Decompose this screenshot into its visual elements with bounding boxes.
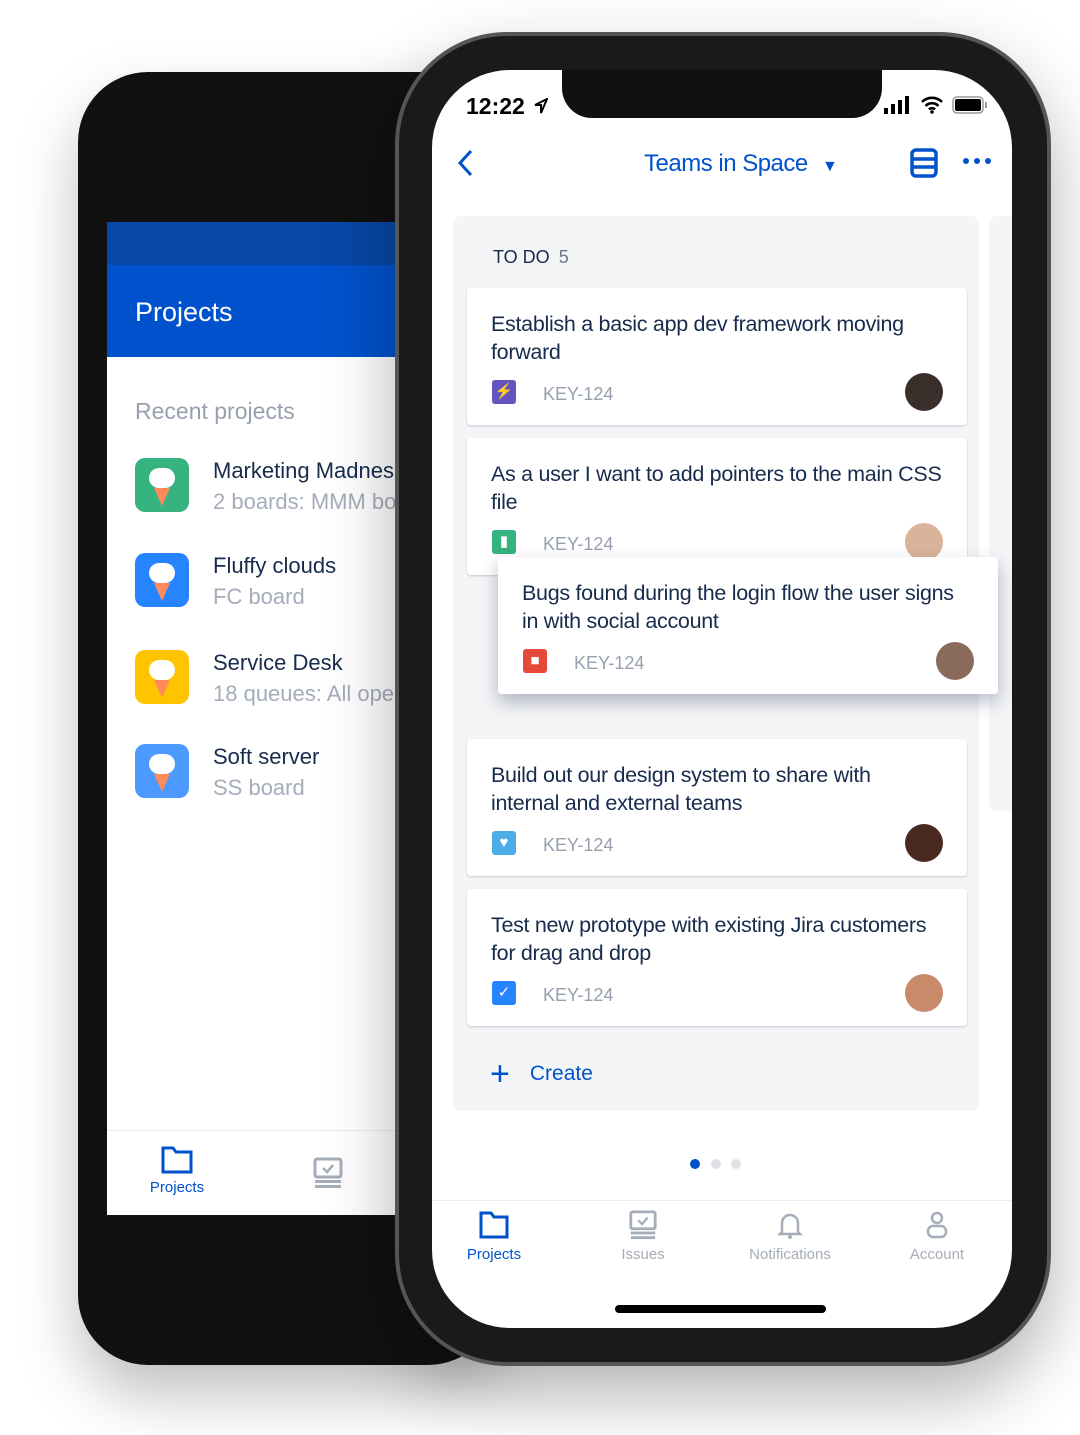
issue-title: As a user I want to add pointers to the … xyxy=(491,462,942,514)
board-title-label: Teams in Space xyxy=(644,150,808,177)
issue-key: KEY-124 xyxy=(574,653,645,673)
assignee-avatar[interactable] xyxy=(905,824,943,862)
status-time: 12:22 xyxy=(466,93,525,119)
column-header: TO DO 5 xyxy=(493,247,569,268)
project-subtitle: SS board xyxy=(213,775,305,800)
project-avatar-icon xyxy=(135,650,189,704)
android-screen: Projects Recent projects Marketing Madne… xyxy=(107,222,407,1215)
project-name: Marketing Madness xyxy=(213,458,405,483)
project-subtitle: 2 boards: MMM board xyxy=(213,489,407,514)
assignee-avatar[interactable] xyxy=(936,642,974,680)
home-indicator xyxy=(615,1305,826,1313)
back-icon[interactable] xyxy=(456,148,476,178)
chevron-down-icon: ▼ xyxy=(821,158,838,175)
status-bar xyxy=(107,222,407,265)
project-name: Fluffy clouds xyxy=(213,553,337,578)
section-title: Recent projects xyxy=(135,398,295,424)
issue-key: KEY-124 xyxy=(543,384,614,404)
page-title: Projects xyxy=(107,265,407,357)
project-subtitle: 18 queues: All open xyxy=(213,681,407,706)
page-dot xyxy=(731,1159,741,1169)
location-icon xyxy=(534,98,548,114)
notch xyxy=(562,70,882,118)
project-item[interactable]: Soft server SS board xyxy=(135,744,407,804)
project-avatar-icon xyxy=(135,744,189,798)
column-count: 5 xyxy=(558,247,569,267)
issue-key: KEY-124 xyxy=(543,835,614,855)
issues-icon[interactable] xyxy=(312,1157,344,1189)
issue-title: Bugs found during the login flow the use… xyxy=(522,581,954,633)
iphone-screen: 12:22 Teams in Space ▼ TO DO 5 Establish… xyxy=(432,70,1012,1328)
tab-label: Projects xyxy=(149,1179,205,1196)
battery-icon xyxy=(952,96,987,114)
board-title[interactable]: Teams in Space ▼ xyxy=(644,150,838,178)
issue-title: Build out our design system to share wit… xyxy=(491,763,871,815)
project-subtitle: FC board xyxy=(213,584,305,609)
wifi-icon xyxy=(921,96,943,114)
plus-icon: + xyxy=(490,1055,510,1093)
tab-notifications[interactable]: Notifications xyxy=(730,1210,850,1263)
page-dot-active xyxy=(690,1159,700,1169)
assignee-avatar[interactable] xyxy=(905,974,943,1012)
more-icon[interactable] xyxy=(962,156,992,166)
improvement-type-icon: ♥ xyxy=(492,831,516,855)
tab-label: Account xyxy=(909,1246,965,1263)
assignee-avatar[interactable] xyxy=(905,373,943,411)
folder-icon xyxy=(161,1146,193,1174)
project-avatar-icon xyxy=(135,458,189,512)
create-button[interactable]: + Create xyxy=(490,1055,593,1094)
epic-type-icon: ⚡ xyxy=(492,380,516,404)
tab-account[interactable]: Account xyxy=(877,1210,997,1263)
task-type-icon: ✓ xyxy=(492,981,516,1005)
bug-type-icon: ■ xyxy=(523,649,547,673)
project-item[interactable]: Service Desk 18 queues: All open xyxy=(135,650,407,710)
tab-divider xyxy=(432,1200,1012,1201)
page-dot xyxy=(711,1159,721,1169)
issue-card[interactable]: Bugs found during the login flow the use… xyxy=(498,557,998,694)
tab-projects[interactable]: Projects xyxy=(434,1210,554,1263)
issue-key: KEY-124 xyxy=(543,534,614,554)
create-label: Create xyxy=(529,1062,593,1086)
issues-icon xyxy=(629,1210,657,1240)
tab-label: Projects xyxy=(466,1246,522,1263)
project-name: Service Desk xyxy=(213,650,343,675)
tab-label: Notifications xyxy=(749,1246,831,1263)
tab-projects[interactable]: Projects xyxy=(127,1145,227,1196)
tab-label: Issues xyxy=(621,1246,665,1263)
issue-title: Test new prototype with existing Jira cu… xyxy=(491,913,927,965)
bell-icon xyxy=(776,1213,804,1239)
issue-card[interactable]: Establish a basic app dev framework movi… xyxy=(467,288,967,425)
project-item[interactable]: Fluffy clouds FC board xyxy=(135,553,407,613)
assignee-avatar[interactable] xyxy=(905,523,943,561)
folder-icon xyxy=(479,1211,509,1239)
issue-title: Establish a basic app dev framework movi… xyxy=(491,312,904,364)
story-type-icon: ▮ xyxy=(492,530,516,554)
issue-card[interactable]: Build out our design system to share wit… xyxy=(467,739,967,876)
project-name: Soft server xyxy=(213,744,320,769)
account-icon xyxy=(926,1211,948,1239)
column-name: TO DO xyxy=(493,247,550,267)
android-tab-bar: Projects xyxy=(107,1130,407,1215)
tab-issues[interactable]: Issues xyxy=(583,1210,703,1263)
next-column xyxy=(989,216,1012,811)
issue-key: KEY-124 xyxy=(543,985,614,1005)
project-item[interactable]: Marketing Madness 2 boards: MMM board xyxy=(135,458,407,518)
board-view-icon[interactable] xyxy=(910,148,938,178)
issue-card[interactable]: As a user I want to add pointers to the … xyxy=(467,438,967,575)
signal-icon xyxy=(884,96,909,114)
issue-card[interactable]: Test new prototype with existing Jira cu… xyxy=(467,889,967,1026)
project-avatar-icon xyxy=(135,553,189,607)
